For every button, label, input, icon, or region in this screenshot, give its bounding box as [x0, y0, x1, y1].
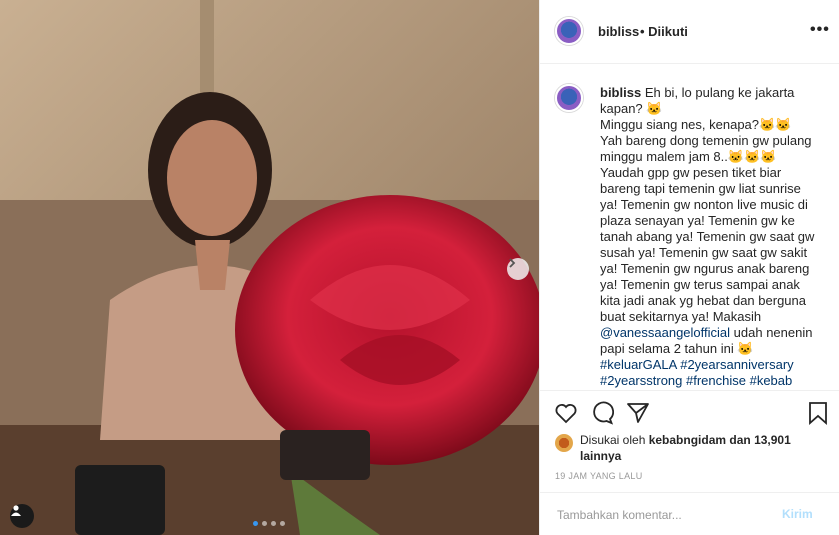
comment-input[interactable] [555, 504, 779, 526]
mention-link[interactable]: @vanessaangelofficial [600, 325, 730, 340]
post-header: bibliss • Diikuti ••• [540, 0, 839, 64]
liker-username[interactable]: kebabngidam [649, 433, 726, 447]
carousel-dot [280, 521, 285, 526]
post-side-panel: bibliss • Diikuti ••• bibliss Eh bi, lo … [539, 0, 839, 535]
more-options-icon[interactable]: ••• [810, 21, 830, 39]
carousel-dot [271, 521, 276, 526]
caption: bibliss Eh bi, lo pulang ke jakarta kapa… [600, 85, 820, 389]
caption-username[interactable]: bibliss [600, 85, 641, 100]
bookmark-icon[interactable] [806, 401, 830, 425]
chevron-right-icon [509, 258, 516, 268]
user-icon [11, 505, 21, 516]
next-slide-button[interactable] [507, 258, 529, 280]
follow-status[interactable]: • Diikuti [640, 24, 688, 39]
avatar[interactable] [555, 17, 583, 45]
add-comment-bar: Kirim [540, 492, 839, 535]
comment-icon[interactable] [590, 401, 614, 425]
post-comment-button[interactable]: Kirim [782, 507, 813, 521]
carousel-dot [262, 521, 267, 526]
carousel-indicator [253, 521, 285, 526]
post-photo[interactable] [0, 0, 539, 535]
tagged-users-button[interactable] [10, 504, 34, 528]
heart-icon[interactable] [554, 401, 578, 425]
caption-area: bibliss Eh bi, lo pulang ke jakarta kapa… [540, 64, 839, 390]
photo-illustration [0, 0, 539, 535]
hashtags[interactable]: #keluarGALA #2yearsanniversary #2yearsst… [600, 357, 797, 388]
carousel-dot [253, 521, 258, 526]
likes-prefix: Disukai oleh [580, 433, 649, 447]
caption-text: Eh bi, lo pulang ke jakarta kapan? 🐱 Min… [600, 85, 815, 324]
caption-avatar[interactable] [555, 84, 583, 112]
liker-avatar[interactable] [555, 434, 573, 452]
share-icon[interactable] [626, 401, 650, 425]
username-link[interactable]: bibliss [598, 24, 639, 39]
instagram-post: bibliss • Diikuti ••• bibliss Eh bi, lo … [0, 0, 839, 535]
post-timestamp[interactable]: 19 JAM YANG LALU [555, 471, 643, 481]
